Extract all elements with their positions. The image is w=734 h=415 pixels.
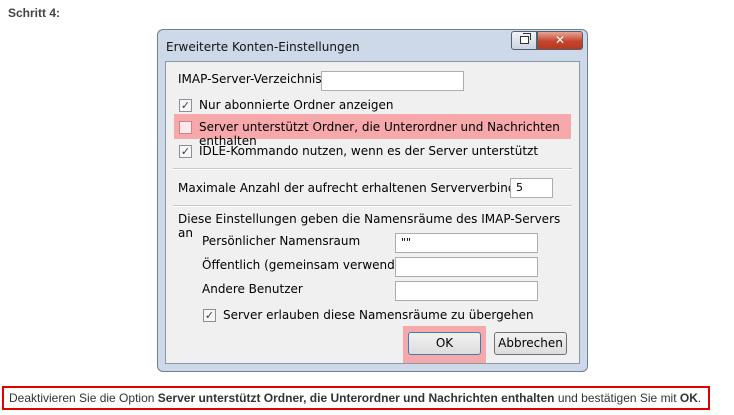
close-button[interactable]: ✕	[537, 31, 583, 50]
other-users-namespace-label: Andere Benutzer	[202, 282, 303, 296]
dialog-titlebar[interactable]: Erweiterte Konten-Einstellungen ✕	[158, 30, 587, 60]
caption-prefix: Deaktivieren Sie die Option	[9, 391, 158, 405]
personal-namespace-input[interactable]: ""	[395, 233, 538, 253]
imap-dir-label: IMAP-Server-Verzeichnis:	[178, 72, 326, 86]
other-users-namespace-input[interactable]	[395, 281, 538, 301]
imap-dir-input[interactable]	[321, 71, 464, 91]
dialog-title: Erweiterte Konten-Einstellungen	[166, 40, 360, 54]
restore-button[interactable]	[511, 31, 537, 50]
allow-override-label: Server erlauben diese Namensräume zu übe…	[223, 308, 534, 322]
subscribed-folders-checkbox[interactable]: ✓	[179, 99, 192, 112]
dialog-content: IMAP-Server-Verzeichnis: ✓ Nur abonniert…	[165, 61, 580, 364]
caption-button-name: OK	[679, 391, 698, 405]
subscribed-folders-label: Nur abonnierte Ordner anzeigen	[199, 98, 394, 112]
allow-override-checkbox[interactable]: ✓	[203, 309, 216, 322]
public-namespace-label: Öffentlich (gemeinsam verwendet)	[202, 258, 412, 272]
public-namespace-input[interactable]	[395, 257, 538, 277]
idle-command-checkbox[interactable]: ✓	[179, 145, 192, 158]
separator	[173, 205, 572, 207]
caption-suffix: .	[697, 391, 702, 405]
advanced-account-settings-dialog: Erweiterte Konten-Einstellungen ✕ IMAP-S…	[157, 29, 588, 372]
max-connections-label: Maximale Anzahl der aufrecht erhaltenen …	[178, 181, 554, 195]
personal-namespace-label: Persönlicher Namensraum	[202, 234, 361, 248]
caption-option-name: Server unterstützt Ordner, die Unterordn…	[157, 391, 555, 405]
close-icon: ✕	[554, 33, 566, 47]
max-connections-input[interactable]: 5	[510, 178, 553, 198]
separator	[173, 168, 572, 170]
step-heading: Schritt 4:	[8, 6, 61, 20]
folders-with-subfolders-checkbox[interactable]	[179, 121, 192, 134]
cancel-button[interactable]: Abbrechen	[494, 332, 567, 355]
ok-button[interactable]: OK	[408, 332, 481, 355]
restore-icon	[520, 33, 531, 44]
instruction-caption: Deaktivieren Sie die Option Server unter…	[2, 386, 710, 410]
idle-command-label: IDLE-Kommando nutzen, wenn es der Server…	[199, 144, 539, 158]
caption-middle: und bestätigen Sie mit	[554, 391, 680, 405]
